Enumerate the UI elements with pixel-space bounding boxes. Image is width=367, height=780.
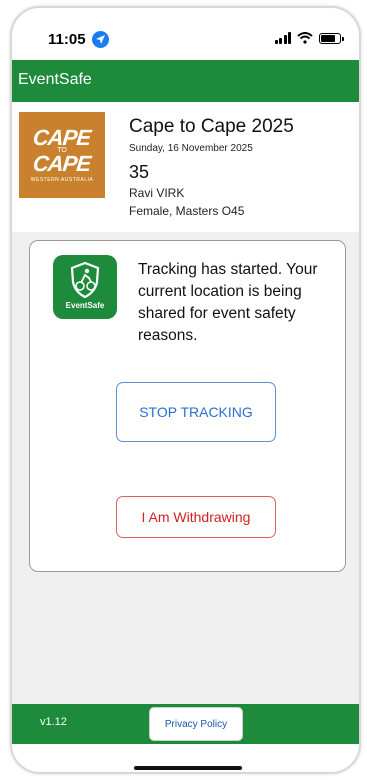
participant-category: Female, Masters O45: [129, 204, 245, 218]
footer: v1.12 Privacy Policy: [12, 704, 359, 744]
signal-icon: [274, 32, 291, 44]
event-logo: CAPE TO CAPE WESTERN AUSTRALIA: [19, 112, 105, 198]
logo-subtitle: WESTERN AUSTRALIA: [30, 176, 94, 183]
app-version: v1.12: [40, 716, 67, 728]
withdraw-button[interactable]: I Am Withdrawing: [116, 496, 276, 538]
privacy-policy-button[interactable]: Privacy Policy: [149, 707, 243, 741]
battery-icon: [319, 32, 344, 44]
status-bar: 11:05: [12, 8, 359, 60]
app-bar: EventSafe: [12, 60, 359, 102]
home-indicator[interactable]: [134, 766, 242, 770]
cyclist-shield-icon: [70, 261, 100, 299]
tracking-card: EventSafe Tracking has started. Your cur…: [29, 240, 346, 572]
logo-line2: CAPE: [32, 150, 92, 176]
location-arrow-icon: [92, 31, 109, 48]
event-title: Cape to Cape 2025: [129, 116, 294, 137]
status-indicators: [274, 32, 344, 44]
tracking-message: Tracking has started. Your current locat…: [138, 261, 318, 344]
stop-tracking-button[interactable]: STOP TRACKING: [116, 382, 276, 442]
status-time: 11:05: [48, 31, 86, 48]
app-icon-label: EventSafe: [65, 301, 105, 310]
bottom-safe-area: [12, 744, 359, 772]
participant-name: Ravi VIRK: [129, 186, 185, 200]
event-card: CAPE TO CAPE WESTERN AUSTRALIA Cape to C…: [12, 102, 359, 232]
bib-number: 35: [129, 162, 150, 182]
event-date: Sunday, 16 November 2025: [129, 143, 253, 154]
phone-frame: 11:05 EventSafe CAPE TO CAPE WESTERN AUS…: [10, 6, 361, 774]
logo-line1: CAPE: [32, 124, 92, 150]
app-title: EventSafe: [18, 71, 92, 88]
eventsafe-app-icon: EventSafe: [53, 255, 117, 319]
wifi-icon: [297, 32, 313, 44]
